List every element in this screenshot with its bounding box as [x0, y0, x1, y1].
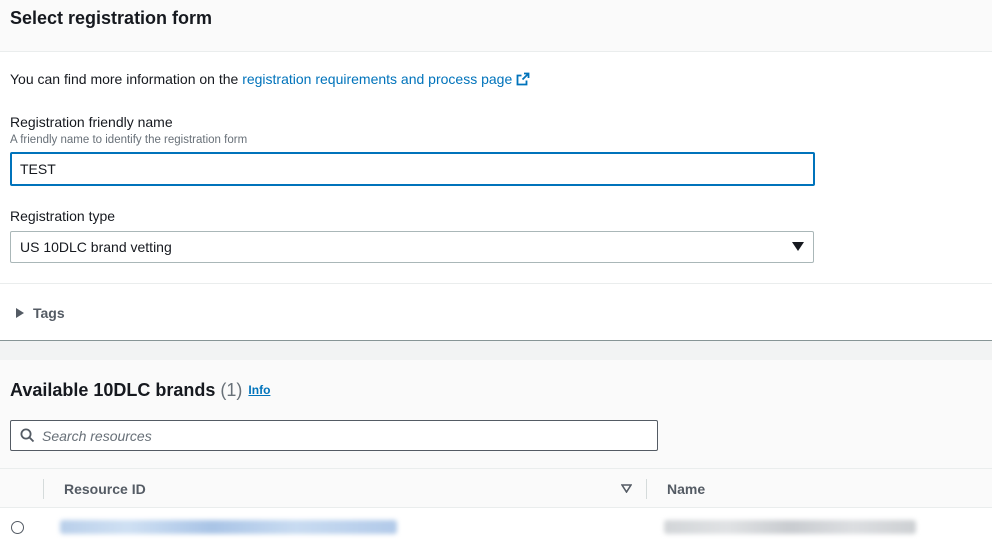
search-icon — [20, 428, 35, 443]
brands-count: (1) — [220, 380, 243, 400]
tags-label: Tags — [33, 305, 65, 321]
caret-down-icon — [792, 242, 804, 251]
redacted-resource-id — [60, 520, 397, 534]
brands-info-link[interactable]: Info — [248, 383, 270, 397]
registration-requirements-link[interactable]: registration requirements and process pa… — [242, 71, 530, 87]
info-text: You can find more information on the reg… — [10, 71, 530, 87]
friendly-name-input[interactable] — [10, 152, 815, 186]
registration-type-value: US 10DLC brand vetting — [20, 239, 172, 255]
sort-descending-icon[interactable] — [621, 484, 632, 493]
registration-type-label: Registration type — [10, 208, 116, 224]
search-input[interactable] — [42, 423, 642, 448]
brands-header: Available 10DLC brands (1) Info — [0, 360, 992, 468]
external-link-icon — [516, 72, 530, 86]
registration-type-select[interactable]: US 10DLC brand vetting — [10, 231, 814, 263]
registration-requirements-link-text: registration requirements and process pa… — [242, 71, 513, 87]
table-header: Resource ID Name — [0, 468, 992, 508]
info-prefix: You can find more information on the — [10, 71, 243, 87]
panel-title: Select registration form — [10, 8, 213, 28]
section-separator — [0, 340, 992, 360]
panel-header: Select registration form — [0, 0, 992, 52]
column-header-name[interactable]: Name — [667, 481, 705, 497]
friendly-name-description: A friendly name to identify the registra… — [10, 134, 248, 146]
divider — [0, 283, 992, 284]
caret-right-icon — [16, 308, 24, 318]
redacted-name — [664, 520, 916, 534]
brands-title: Available 10DLC brands (1) Info — [10, 380, 270, 401]
column-separator — [646, 479, 647, 499]
column-header-resource-id[interactable]: Resource ID — [64, 481, 146, 497]
brands-title-text: Available 10DLC brands — [10, 380, 216, 400]
friendly-name-label: Registration friendly name — [10, 114, 173, 130]
table-row — [0, 508, 992, 546]
tags-expander[interactable]: Tags — [16, 303, 65, 323]
column-separator — [43, 479, 44, 499]
row-select-radio[interactable] — [11, 521, 24, 534]
search-box — [10, 420, 658, 451]
